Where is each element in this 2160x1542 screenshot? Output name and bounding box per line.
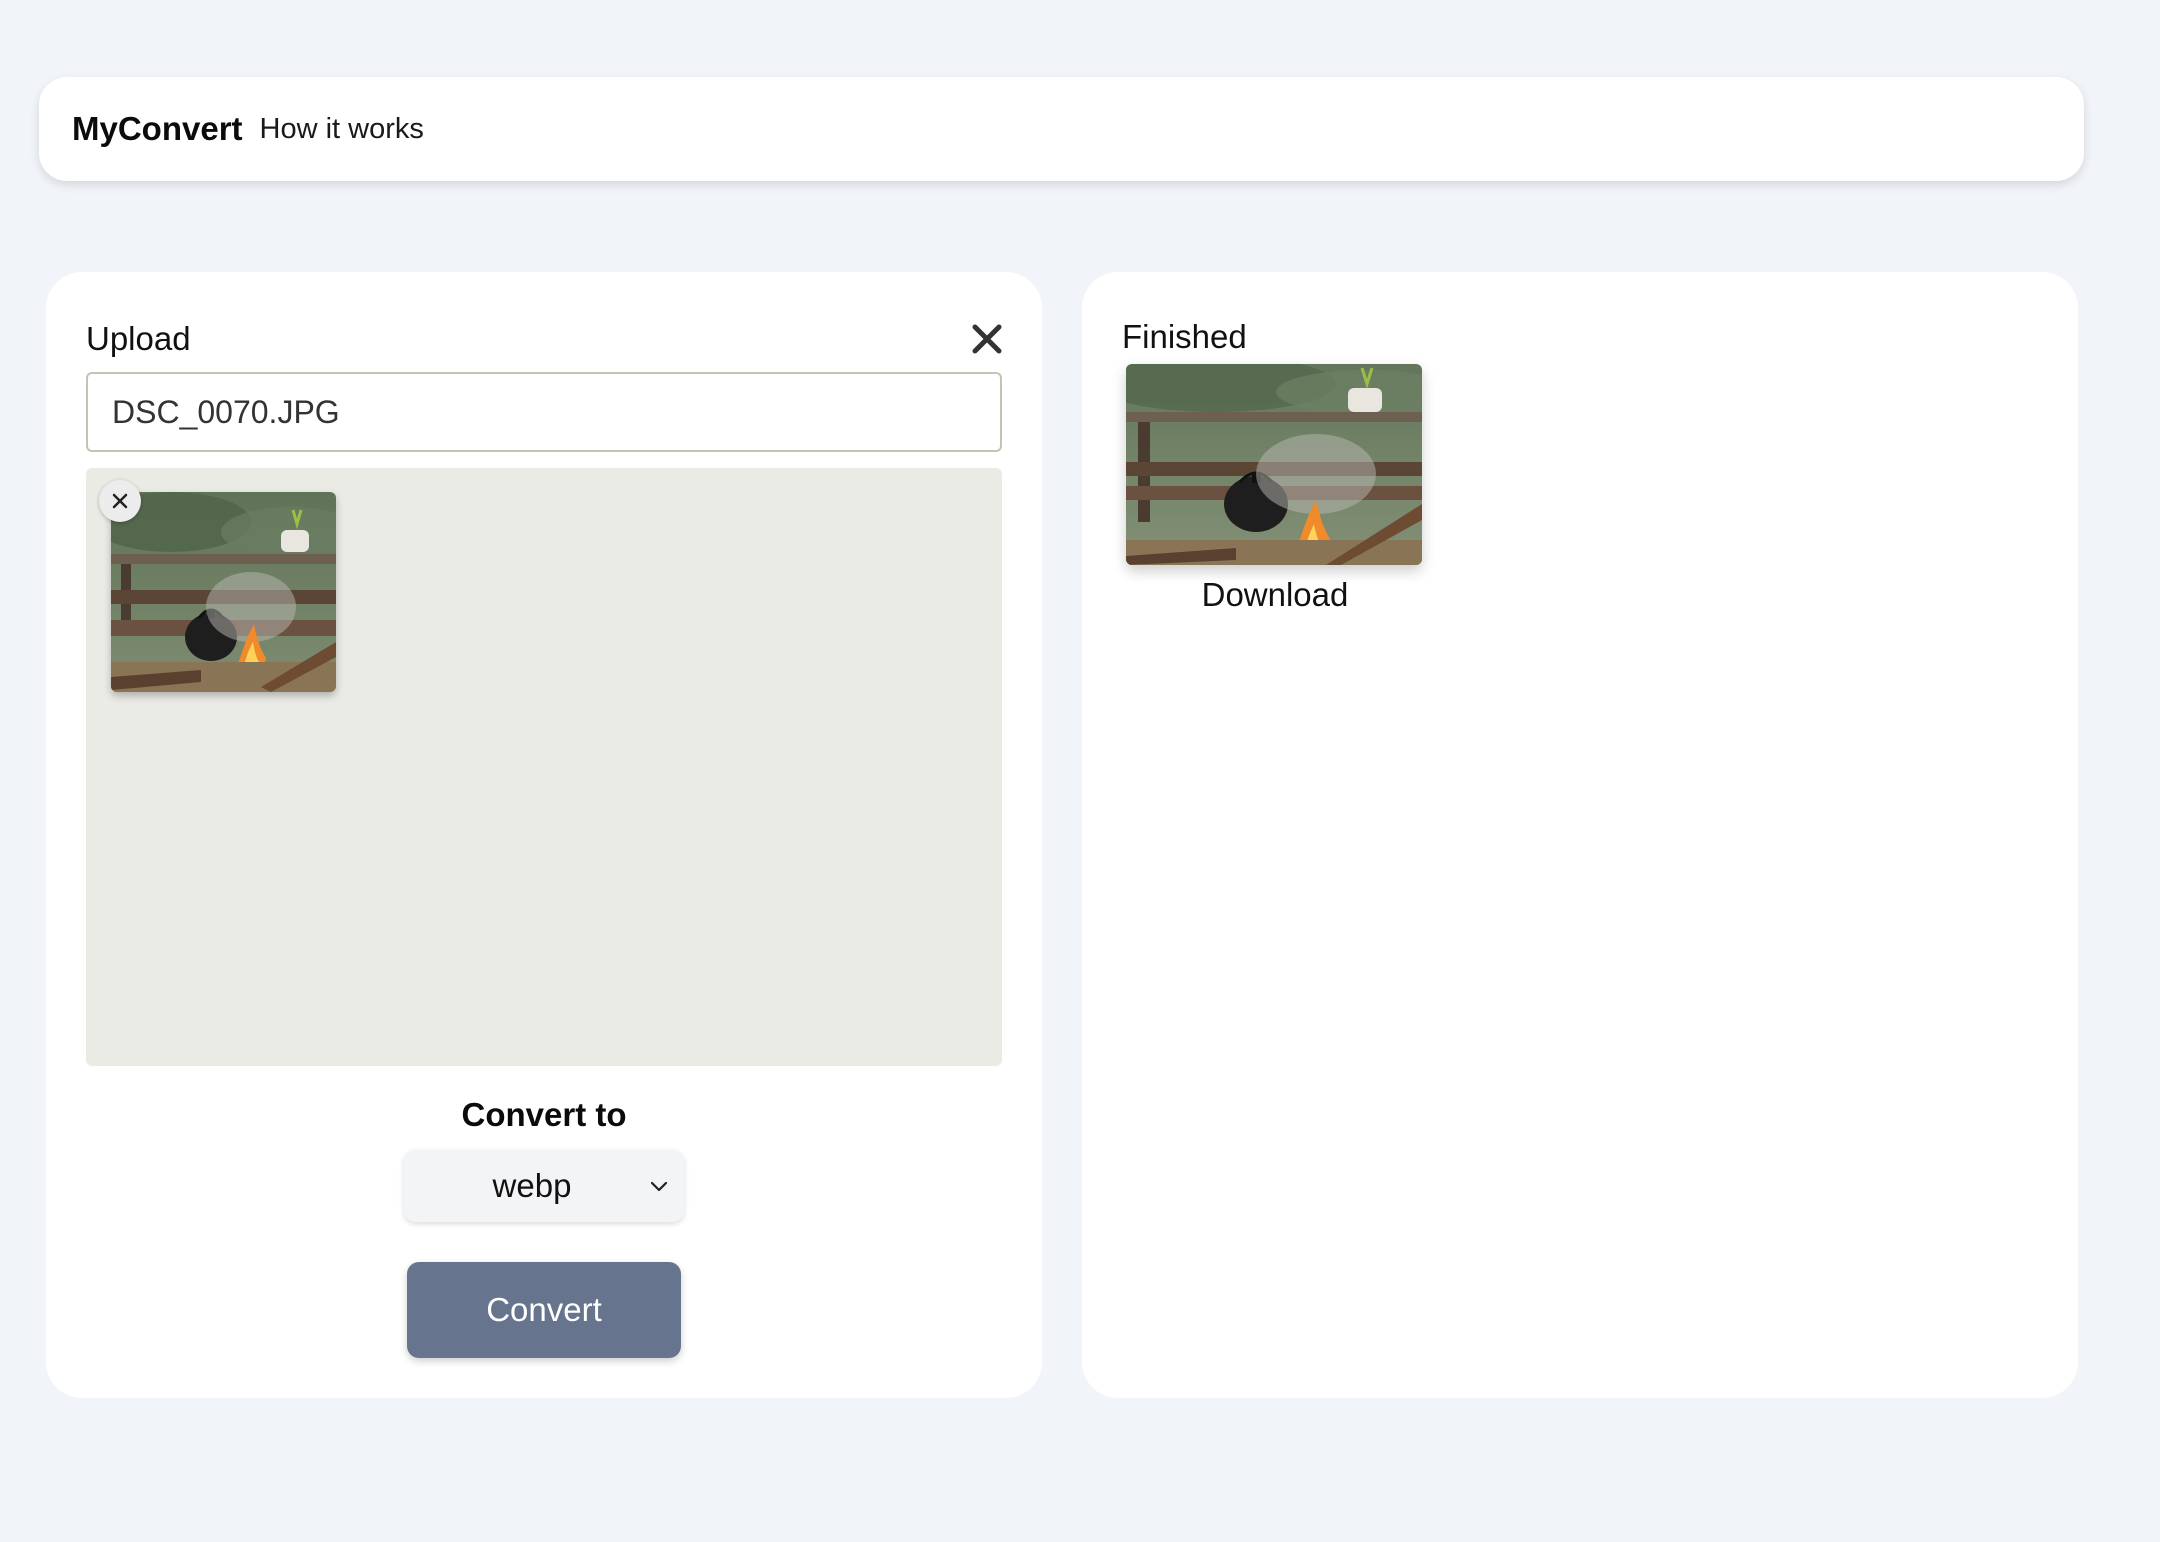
- upload-panel: Upload DSC_0070.JPG Convert to webp Conv…: [46, 272, 1042, 1398]
- finished-title: Finished: [1122, 318, 1247, 355]
- converted-image-thumbnail[interactable]: [1126, 364, 1422, 565]
- uploaded-image-thumbnail: [111, 492, 336, 692]
- top-navbar: MyConvert How it works: [39, 77, 2084, 181]
- convert-to-label: Convert to: [461, 1096, 627, 1133]
- chevron-down-icon: [648, 1176, 670, 1198]
- uploaded-file-item: [99, 480, 336, 692]
- upload-title: Upload: [86, 320, 191, 357]
- remove-file-icon[interactable]: [99, 480, 141, 522]
- brand-logo[interactable]: MyConvert: [72, 110, 243, 148]
- finished-panel: Finished Download: [1082, 272, 2078, 1398]
- download-link[interactable]: Download: [1082, 576, 1468, 614]
- format-select[interactable]: webp: [404, 1150, 684, 1222]
- close-icon[interactable]: [970, 322, 1004, 356]
- how-it-works-link[interactable]: How it works: [260, 113, 424, 146]
- filename-field[interactable]: [86, 372, 1002, 452]
- convert-button[interactable]: Convert: [407, 1262, 681, 1358]
- upload-dropzone[interactable]: [86, 468, 1002, 1066]
- format-select-value: webp: [492, 1167, 572, 1204]
